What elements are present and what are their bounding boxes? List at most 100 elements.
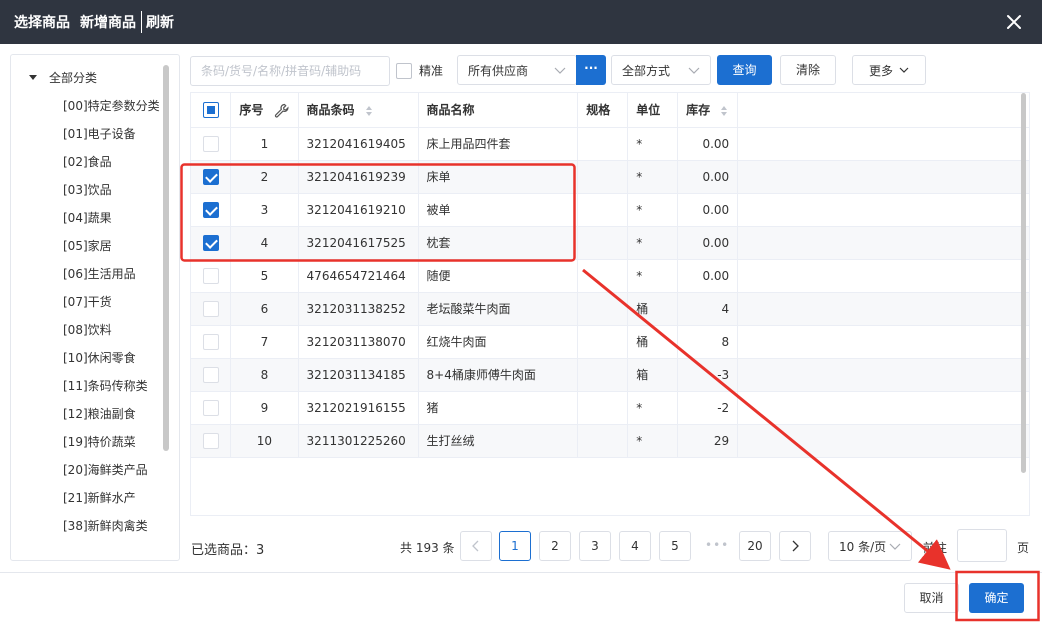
tree-root-all-categories[interactable]: 全部分类 (29, 69, 97, 86)
table-row[interactable]: 10 3211301225260 生打丝绒 * 29 (191, 424, 1029, 458)
sort-icon[interactable] (720, 105, 728, 117)
query-button[interactable]: 查询 (717, 55, 772, 85)
category-item[interactable]: [00]特定参数分类 (63, 95, 160, 123)
row-code: 3212031138070 (298, 325, 419, 359)
table-row[interactable]: 7 3212031138070 红烧牛肉面 桶 8 (191, 325, 1029, 359)
category-item[interactable]: [03]饮品 (63, 179, 160, 207)
supplier-picker-button[interactable]: ··· (576, 55, 606, 85)
clear-button[interactable]: 清除 (780, 55, 836, 85)
category-item[interactable]: [10]休闲零食 (63, 347, 160, 375)
close-button[interactable] (1004, 12, 1024, 32)
row-checkbox-cell (191, 226, 232, 260)
category-item[interactable]: [19]特价蔬菜 (63, 431, 160, 459)
select-all-cell (191, 93, 232, 128)
wrench-icon[interactable] (274, 103, 290, 119)
row-name: 枕套 (418, 226, 579, 260)
add-product-link[interactable]: 新增商品 (80, 12, 136, 32)
category-item[interactable]: [21]新鲜水产 (63, 487, 160, 515)
row-checkbox[interactable] (202, 300, 219, 317)
col-spec-label: 规格 (586, 103, 611, 118)
row-name: 老坛酸菜牛肉面 (418, 292, 579, 326)
chevron-right-icon (792, 540, 799, 552)
refresh-link[interactable]: 刷新 (146, 12, 174, 32)
confirm-button[interactable]: 确定 (969, 583, 1024, 613)
row-filler (737, 292, 1029, 326)
row-checkbox[interactable] (202, 168, 219, 185)
table-row[interactable]: 4 3212041617525 枕套 * 0.00 (191, 226, 1029, 260)
row-spec (577, 127, 629, 161)
category-item[interactable]: [08]饮料 (63, 319, 160, 347)
table-row[interactable]: 6 3212031138252 老坛酸菜牛肉面 桶 4 (191, 292, 1029, 326)
category-item[interactable]: [05]家居 (63, 235, 160, 263)
category-item[interactable]: [38]新鲜肉禽类 (63, 515, 160, 543)
page-size-select[interactable]: 10 条/页 (828, 531, 912, 561)
row-code: 4764654721464 (298, 259, 419, 293)
goto-page-input[interactable] (957, 529, 1007, 562)
row-seq: 2 (230, 160, 299, 194)
select-all-checkbox[interactable] (202, 101, 219, 118)
category-item[interactable]: [01]电子设备 (63, 123, 160, 151)
row-checkbox[interactable] (202, 234, 219, 251)
col-stock-header[interactable]: 库存 (677, 93, 739, 128)
row-filler (737, 325, 1029, 359)
category-item[interactable]: [04]蔬果 (63, 207, 160, 235)
row-stock: -3 (677, 358, 739, 392)
next-page-button[interactable] (779, 531, 811, 561)
cancel-button[interactable]: 取消 (904, 583, 959, 613)
sidebar-scrollbar[interactable] (163, 65, 169, 451)
page-button-last[interactable]: 20 (739, 531, 771, 561)
row-unit: * (627, 193, 679, 227)
supplier-select[interactable]: 所有供应商 (457, 55, 577, 85)
page-button-1[interactable]: 1 (499, 531, 531, 561)
page-button-3[interactable]: 3 (579, 531, 611, 561)
row-code: 3212021916155 (298, 391, 419, 425)
category-item[interactable]: [02]食品 (63, 151, 160, 179)
table-body: 1 3212041619405 床上用品四件套 * 0.00 2 3212041619239… (191, 127, 1029, 458)
page-button-2[interactable]: 2 (539, 531, 571, 561)
row-checkbox-cell (191, 424, 232, 458)
row-seq: 4 (230, 226, 299, 260)
table-row[interactable]: 9 3212021916155 猪 * -2 (191, 391, 1029, 425)
row-seq: 8 (230, 358, 299, 392)
row-name: 随便 (418, 259, 579, 293)
row-stock: 4 (677, 292, 739, 326)
page-button-4[interactable]: 4 (619, 531, 651, 561)
row-stock: 0.00 (677, 193, 739, 227)
col-code-header[interactable]: 商品条码 (298, 93, 419, 128)
category-item[interactable]: [12]粮油副食 (63, 403, 160, 431)
chevron-down-icon (899, 67, 909, 73)
exact-match-checkbox[interactable] (396, 63, 412, 79)
prev-page-button[interactable] (460, 531, 492, 561)
row-checkbox[interactable] (202, 432, 219, 449)
table-row[interactable]: 5 4764654721464 随便 * 0.00 (191, 259, 1029, 293)
row-checkbox[interactable] (202, 201, 219, 218)
pagination-ellipsis[interactable]: ••• (705, 538, 729, 552)
row-checkbox[interactable] (202, 399, 219, 416)
row-checkbox[interactable] (202, 333, 219, 350)
table-vertical-scrollbar[interactable] (1021, 93, 1026, 473)
table-row[interactable]: 8 3212031134185 8+4桶康师傅牛肉面 箱 -3 (191, 358, 1029, 392)
row-checkbox[interactable] (202, 135, 219, 152)
category-item[interactable]: [20]海鲜类产品 (63, 459, 160, 487)
row-checkbox[interactable] (202, 267, 219, 284)
table-row[interactable]: 2 3212041619239 床单 * 0.00 (191, 160, 1029, 194)
row-spec (577, 292, 629, 326)
tree-root-label: 全部分类 (49, 71, 98, 85)
row-checkbox[interactable] (202, 366, 219, 383)
page-button-5[interactable]: 5 (659, 531, 691, 561)
category-item[interactable]: [07]干货 (63, 291, 160, 319)
exact-match-label: 精准 (419, 64, 444, 78)
row-name: 猪 (418, 391, 579, 425)
sort-icon[interactable] (365, 105, 373, 117)
method-select[interactable]: 全部方式 (611, 55, 711, 85)
search-input[interactable] (190, 56, 390, 86)
row-stock: 8 (677, 325, 739, 359)
table-row[interactable]: 3 3212041619210 被单 * 0.00 (191, 193, 1029, 227)
row-unit: * (627, 424, 679, 458)
chevron-left-icon (472, 540, 479, 552)
more-button[interactable]: 更多 (852, 55, 926, 85)
category-item[interactable]: [11]条码传称类 (63, 375, 160, 403)
row-spec (577, 391, 629, 425)
category-item[interactable]: [06]生活用品 (63, 263, 160, 291)
table-row[interactable]: 1 3212041619405 床上用品四件套 * 0.00 (191, 127, 1029, 161)
